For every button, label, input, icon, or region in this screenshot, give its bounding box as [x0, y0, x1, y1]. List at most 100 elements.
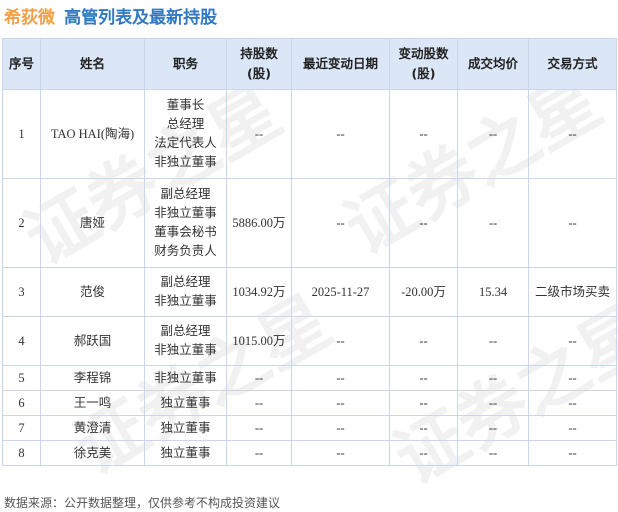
- cell-no: 4: [2, 316, 41, 366]
- cell-change-shares: --: [389, 178, 458, 268]
- cell-trade-method: --: [528, 316, 617, 366]
- cell-change-date: --: [291, 365, 390, 391]
- data-source-note: 数据来源：公开数据整理，仅供参考不构成投资建议: [4, 496, 281, 510]
- cell-name: 黄澄清: [40, 415, 145, 441]
- cell-avg-price: --: [457, 89, 529, 179]
- cell-trade-method: --: [528, 365, 617, 391]
- cell-avg-price: --: [457, 415, 529, 441]
- cell-avg-price: --: [457, 316, 529, 366]
- cell-trade-method: --: [528, 440, 617, 466]
- table-row: 4 郝跃国 副总经理 非独立董事 1015.00万 -- -- -- --: [2, 316, 617, 366]
- header-name: 姓名: [40, 38, 145, 90]
- header-position: 职务: [144, 38, 227, 90]
- header-change-date: 最近变动日期: [291, 38, 390, 90]
- cell-trade-method: --: [528, 89, 617, 179]
- cell-no: 2: [2, 178, 41, 268]
- cell-name: 王一鸣: [40, 390, 145, 416]
- cell-change-shares: --: [389, 440, 458, 466]
- table-row: 5 李程锦 非独立董事 -- -- -- -- --: [2, 365, 617, 391]
- position-item: 总经理: [166, 117, 205, 131]
- cell-position: 副总经理 非独立董事: [144, 267, 227, 317]
- table-header-row: 序号 姓名 职务 持股数 (股) 最近变动日期 变动股数 (股) 成交均价 交易方式: [2, 38, 617, 90]
- position-item: 董事会秘书: [154, 225, 217, 239]
- cell-avg-price: --: [457, 365, 529, 391]
- cell-name: 李程锦: [40, 365, 145, 391]
- header-no: 序号: [2, 38, 41, 90]
- cell-name: 范俊: [40, 267, 145, 317]
- cell-change-date: --: [291, 440, 390, 466]
- table-row: 2 唐娅 副总经理 非独立董事 董事会秘书 财务负责人 5886.00万 -- -- -- --: [2, 178, 617, 268]
- cell-no: 3: [2, 267, 41, 317]
- position-item: 独立董事: [160, 420, 211, 435]
- position-item: 非独立董事: [154, 294, 217, 308]
- cell-avg-price: --: [457, 178, 529, 268]
- table-row: 1 TAO HAI(陶海) 董事长 总经理 法定代表人 非独立董事 -- -- -- -- --: [2, 89, 617, 179]
- cell-trade-method: 二级市场买卖: [528, 267, 617, 317]
- cell-change-shares: --: [389, 316, 458, 366]
- cell-position: 独立董事: [144, 390, 227, 416]
- cell-no: 6: [2, 390, 41, 416]
- position-item: 非独立董事: [154, 343, 217, 357]
- position-item: 副总经理: [160, 275, 211, 289]
- cell-name: 徐克美: [40, 440, 145, 466]
- cell-shares: 5886.00万: [226, 178, 292, 268]
- cell-shares: 1034.92万: [226, 267, 292, 317]
- table-row: 8 徐克美 独立董事 -- -- -- -- --: [2, 440, 617, 466]
- cell-position: 副总经理非独立董事董事会秘书财务负责人: [144, 178, 227, 268]
- cell-change-shares: -20.00万: [389, 267, 458, 317]
- cell-position: 非独立董事: [144, 365, 227, 391]
- cell-name: TAO HAI(陶海): [40, 89, 145, 179]
- cell-change-shares: --: [389, 365, 458, 391]
- cell-position: 董事长 总经理 法定代表人 非独立董事: [144, 89, 227, 179]
- cell-no: 5: [2, 365, 41, 391]
- cell-position: 独立董事: [144, 415, 227, 441]
- cell-change-shares: --: [389, 390, 458, 416]
- header-trade-method: 交易方式: [528, 38, 617, 90]
- cell-shares: --: [226, 390, 292, 416]
- cell-avg-price: --: [457, 390, 529, 416]
- header-shares: 持股数 (股): [226, 38, 292, 90]
- cell-no: 1: [2, 89, 41, 179]
- position-item: 非独立董事: [154, 155, 217, 169]
- cell-shares: --: [226, 415, 292, 441]
- position-item: 非独立董事: [154, 206, 217, 220]
- table-title: 高管列表及最新持股: [64, 8, 218, 28]
- cell-shares: --: [226, 365, 292, 391]
- cell-shares: --: [226, 440, 292, 466]
- table-row: 3 范俊 副总经理 非独立董事 1034.92万 2025-11-27 -20.00万 15.…: [2, 267, 617, 317]
- position-item: 财务负责人: [154, 244, 217, 258]
- header-avg-price: 成交均价: [457, 38, 529, 90]
- cell-name: 唐娅: [40, 178, 145, 268]
- cell-trade-method: --: [528, 178, 617, 268]
- cell-position: 独立董事: [144, 440, 227, 466]
- cell-change-date: --: [291, 415, 390, 441]
- page-title: 希荻微 高管列表及最新持股: [4, 3, 218, 28]
- cell-change-date: --: [291, 316, 390, 366]
- table-body: 1 TAO HAI(陶海) 董事长 总经理 法定代表人 非独立董事 -- -- -- -- -- 2 唐…: [2, 89, 617, 466]
- table-row: 6 王一鸣 独立董事 -- -- -- -- --: [2, 390, 617, 416]
- cell-shares: 1015.00万: [226, 316, 292, 366]
- table-row: 7 黄澄清 独立董事 -- -- -- -- --: [2, 415, 617, 441]
- executive-holdings-table: 序号 姓名 职务 持股数 (股) 最近变动日期 变动股数 (股) 成交均价 交易方式 1 TAO H…: [2, 38, 617, 466]
- header-change-shares: 变动股数 (股): [389, 38, 458, 90]
- cell-avg-price: --: [457, 440, 529, 466]
- company-name: 希荻微: [4, 8, 55, 28]
- cell-change-date: --: [291, 89, 390, 179]
- position-item: 非独立董事: [154, 370, 217, 385]
- cell-change-date: 2025-11-27: [291, 267, 390, 317]
- cell-shares: --: [226, 89, 292, 179]
- position-item: 副总经理: [160, 187, 211, 201]
- cell-change-date: --: [291, 390, 390, 416]
- cell-no: 7: [2, 415, 41, 441]
- position-item: 独立董事: [160, 395, 211, 410]
- cell-no: 8: [2, 440, 41, 466]
- cell-change-shares: --: [389, 89, 458, 179]
- cell-trade-method: --: [528, 390, 617, 416]
- cell-trade-method: --: [528, 415, 617, 441]
- cell-position: 副总经理 非独立董事: [144, 316, 227, 366]
- cell-change-date: --: [291, 178, 390, 268]
- position-item: 独立董事: [160, 445, 211, 460]
- cell-name: 郝跃国: [40, 316, 145, 366]
- position-item: 法定代表人: [154, 136, 217, 150]
- cell-change-shares: --: [389, 415, 458, 441]
